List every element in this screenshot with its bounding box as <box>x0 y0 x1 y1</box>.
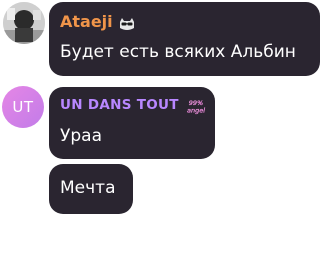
message-text: Ураа <box>60 126 102 146</box>
cat-sunglasses-icon <box>118 16 136 30</box>
sender-name[interactable]: Ataeji <box>60 12 113 31</box>
avatar-initials: UT <box>12 98 34 116</box>
svg-text:angel: angel <box>187 107 205 115</box>
message-bubble[interactable]: Ataeji Будет есть всяких Альбин <box>49 2 320 76</box>
message-bubble[interactable]: Мечта <box>49 164 133 214</box>
avatar[interactable]: UT <box>2 86 44 128</box>
99-angel-icon: 99% angel <box>185 97 207 115</box>
message-text: Будет есть всяких Альбин <box>60 42 296 62</box>
sender-name[interactable]: UN DANS TOUT <box>60 97 179 113</box>
avatar[interactable] <box>3 2 45 44</box>
message-bubble[interactable]: UN DANS TOUT 99% angel Ураа <box>49 87 215 159</box>
avatar-photo-image <box>3 2 45 44</box>
message-text: Мечта <box>60 178 116 198</box>
